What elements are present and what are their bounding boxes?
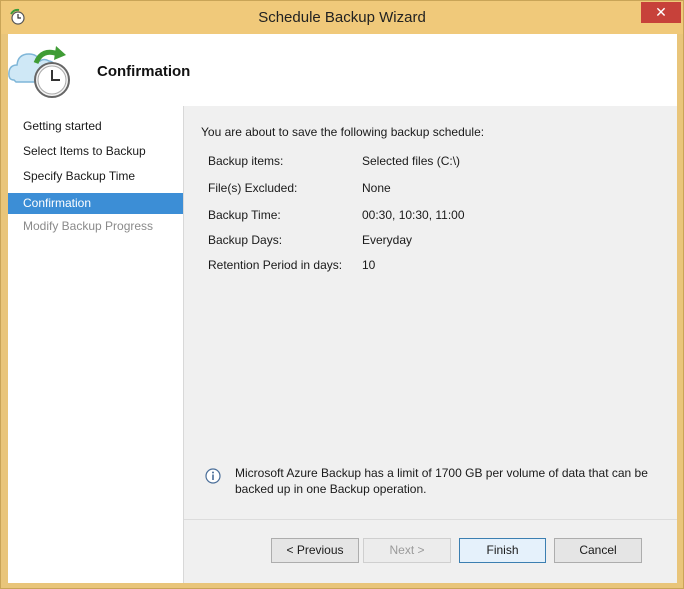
limit-note: Microsoft Azure Backup has a limit of 17… bbox=[235, 466, 648, 496]
detail-value: Everyday bbox=[362, 233, 413, 247]
detail-value: 00:30, 10:30, 11:00 bbox=[362, 208, 465, 222]
close-button[interactable]: ✕ bbox=[641, 2, 681, 23]
step-specify-backup-time[interactable]: Specify Backup Time bbox=[8, 166, 183, 187]
wizard-steps-nav: Getting started Select Items to Backup S… bbox=[8, 106, 184, 583]
detail-label: Backup items: bbox=[208, 154, 284, 168]
footer-divider bbox=[184, 519, 677, 520]
page-title: Confirmation bbox=[97, 63, 191, 80]
wizard-client-area: Confirmation Getting started Select Item… bbox=[8, 34, 677, 583]
cancel-button[interactable]: Cancel bbox=[554, 538, 642, 563]
confirmation-panel: You are about to save the following back… bbox=[184, 106, 677, 583]
cloud-clock-icon bbox=[8, 46, 70, 98]
step-getting-started[interactable]: Getting started bbox=[8, 116, 183, 137]
detail-row-files-excluded: File(s) Excluded: None bbox=[208, 181, 668, 197]
wizard-header: Confirmation bbox=[8, 34, 677, 106]
intro-text: You are about to save the following back… bbox=[201, 125, 485, 139]
next-button: Next > bbox=[363, 538, 451, 563]
detail-row-backup-items: Backup items: Selected files (C:\) bbox=[208, 154, 668, 170]
detail-row-backup-days: Backup Days: Everyday bbox=[208, 233, 668, 249]
detail-label: Backup Days: bbox=[208, 233, 283, 247]
step-modify-backup-progress: Modify Backup Progress bbox=[23, 219, 154, 233]
detail-row-backup-time: Backup Time: 00:30, 10:30, 11:00 bbox=[208, 208, 668, 224]
step-select-items[interactable]: Select Items to Backup bbox=[8, 141, 183, 162]
close-icon: ✕ bbox=[655, 4, 667, 20]
detail-label: File(s) Excluded: bbox=[208, 181, 298, 195]
step-confirmation[interactable]: Confirmation bbox=[8, 193, 183, 214]
window-title: Schedule Backup Wizard bbox=[258, 9, 426, 26]
detail-value: Selected files (C:\) bbox=[362, 154, 461, 168]
wizard-window: Schedule Backup Wizard ✕ Confirmation Ge… bbox=[0, 0, 684, 589]
detail-row-retention-period: Retention Period in days: 10 bbox=[208, 258, 668, 274]
detail-value: None bbox=[362, 181, 391, 195]
detail-label: Retention Period in days: bbox=[208, 258, 343, 272]
title-bar[interactable]: Schedule Backup Wizard ✕ bbox=[1, 1, 683, 34]
detail-label: Backup Time: bbox=[208, 208, 281, 222]
info-icon bbox=[205, 468, 221, 484]
previous-button[interactable]: < Previous bbox=[271, 538, 359, 563]
detail-value: 10 bbox=[362, 258, 376, 272]
finish-button[interactable]: Finish bbox=[459, 538, 546, 563]
